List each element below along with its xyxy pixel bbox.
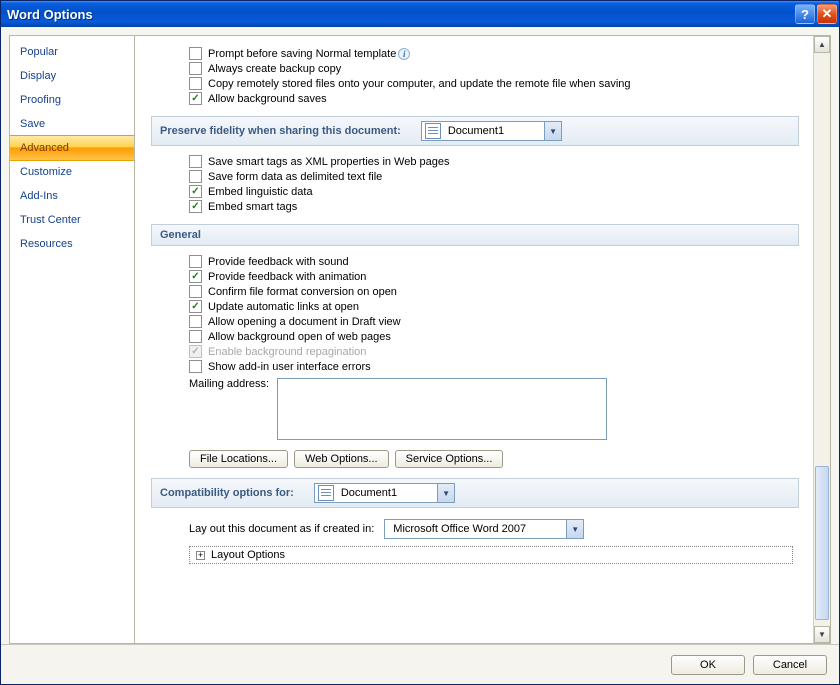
section-title-compatibility: Compatibility options for: xyxy=(160,487,294,499)
checkbox-smart-xml[interactable] xyxy=(189,155,202,168)
label-embed-smart: Embed smart tags xyxy=(208,201,297,213)
section-title-preserve: Preserve fidelity when sharing this docu… xyxy=(160,125,401,137)
category-sidebar: Popular Display Proofing Save Advanced C… xyxy=(9,35,135,644)
button-file-locations[interactable]: File Locations... xyxy=(189,450,288,468)
checkbox-prompt-normal[interactable] xyxy=(189,47,202,60)
checkbox-draft-view[interactable] xyxy=(189,315,202,328)
combo-preserve-doc[interactable]: Document1▼ xyxy=(421,121,562,141)
scroll-thumb[interactable] xyxy=(815,466,829,621)
checkbox-bg-saves[interactable] xyxy=(189,92,202,105)
combo-layout-version[interactable]: Microsoft Office Word 2007▼ xyxy=(384,519,584,539)
button-web-options[interactable]: Web Options... xyxy=(294,450,389,468)
label-form-data: Save form data as delimited text file xyxy=(208,171,382,183)
checkbox-form-data[interactable] xyxy=(189,170,202,183)
vertical-scrollbar[interactable]: ▲ ▼ xyxy=(813,36,830,643)
sidebar-item-addins[interactable]: Add-Ins xyxy=(10,184,134,208)
sidebar-item-popular[interactable]: Popular xyxy=(10,40,134,64)
window-body: Popular Display Proofing Save Advanced C… xyxy=(1,27,839,684)
window-title: Word Options xyxy=(7,7,795,22)
section-compatibility: Compatibility options for: Document1▼ xyxy=(151,478,799,508)
label-confirm-conversion: Confirm file format conversion on open xyxy=(208,286,397,298)
checkbox-addin-errors[interactable] xyxy=(189,360,202,373)
label-draft-view: Allow opening a document in Draft view xyxy=(208,316,401,328)
checkbox-animation[interactable] xyxy=(189,270,202,283)
label-auto-links: Update automatic links at open xyxy=(208,301,359,313)
checkbox-embed-smart[interactable] xyxy=(189,200,202,213)
sidebar-item-resources[interactable]: Resources xyxy=(10,232,134,256)
label-layout-options: Layout Options xyxy=(211,549,285,561)
checkbox-bg-repagination xyxy=(189,345,202,358)
scroll-down-icon[interactable]: ▼ xyxy=(814,626,830,643)
checkbox-backup-copy[interactable] xyxy=(189,62,202,75)
button-service-options[interactable]: Service Options... xyxy=(395,450,504,468)
document-icon xyxy=(318,485,334,501)
chevron-down-icon: ▼ xyxy=(566,520,583,538)
sidebar-item-save[interactable]: Save xyxy=(10,112,134,136)
label-smart-xml: Save smart tags as XML properties in Web… xyxy=(208,156,450,168)
checkbox-copy-remote[interactable] xyxy=(189,77,202,90)
chevron-down-icon: ▼ xyxy=(544,122,561,140)
section-title-general: General xyxy=(160,229,201,241)
label-layout-as: Lay out this document as if created in: xyxy=(189,523,374,535)
chevron-down-icon: ▼ xyxy=(437,484,454,502)
section-general: General xyxy=(151,224,799,246)
title-bar: Word Options ? ✕ xyxy=(1,1,839,27)
label-bg-open-web: Allow background open of web pages xyxy=(208,331,391,343)
textarea-mailing-address[interactable] xyxy=(277,378,607,440)
checkbox-auto-links[interactable] xyxy=(189,300,202,313)
tree-layout-options[interactable]: + Layout Options xyxy=(189,546,793,564)
dialog-footer: OK Cancel xyxy=(1,644,839,684)
close-button[interactable]: ✕ xyxy=(817,4,837,24)
label-copy-remote: Copy remotely stored files onto your com… xyxy=(208,78,631,90)
checkbox-sound[interactable] xyxy=(189,255,202,268)
info-icon[interactable]: i xyxy=(398,48,410,60)
label-sound: Provide feedback with sound xyxy=(208,256,349,268)
label-bg-repagination: Enable background repagination xyxy=(208,346,366,358)
checkbox-linguistic[interactable] xyxy=(189,185,202,198)
section-preserve-fidelity: Preserve fidelity when sharing this docu… xyxy=(151,116,799,146)
sidebar-item-display[interactable]: Display xyxy=(10,64,134,88)
word-options-dialog: Word Options ? ✕ Popular Display Proofin… xyxy=(0,0,840,685)
options-pane: Prompt before saving Normal templatei Al… xyxy=(135,35,831,644)
label-mailing-address: Mailing address: xyxy=(189,378,269,390)
sidebar-item-trust-center[interactable]: Trust Center xyxy=(10,208,134,232)
label-bg-saves: Allow background saves xyxy=(208,93,327,105)
ok-button[interactable]: OK xyxy=(671,655,745,675)
scroll-track[interactable] xyxy=(814,53,830,626)
combo-compat-doc[interactable]: Document1▼ xyxy=(314,483,455,503)
help-button[interactable]: ? xyxy=(795,4,815,24)
label-prompt-normal: Prompt before saving Normal templatei xyxy=(208,48,410,60)
label-addin-errors: Show add-in user interface errors xyxy=(208,361,371,373)
cancel-button[interactable]: Cancel xyxy=(753,655,827,675)
label-backup-copy: Always create backup copy xyxy=(208,63,341,75)
document-icon xyxy=(425,123,441,139)
sidebar-item-customize[interactable]: Customize xyxy=(10,160,134,184)
checkbox-confirm-conversion[interactable] xyxy=(189,285,202,298)
label-linguistic: Embed linguistic data xyxy=(208,186,313,198)
label-animation: Provide feedback with animation xyxy=(208,271,366,283)
sidebar-item-proofing[interactable]: Proofing xyxy=(10,88,134,112)
scroll-up-icon[interactable]: ▲ xyxy=(814,36,830,53)
sidebar-item-advanced[interactable]: Advanced xyxy=(10,135,134,161)
expand-icon[interactable]: + xyxy=(196,551,205,560)
checkbox-bg-open-web[interactable] xyxy=(189,330,202,343)
